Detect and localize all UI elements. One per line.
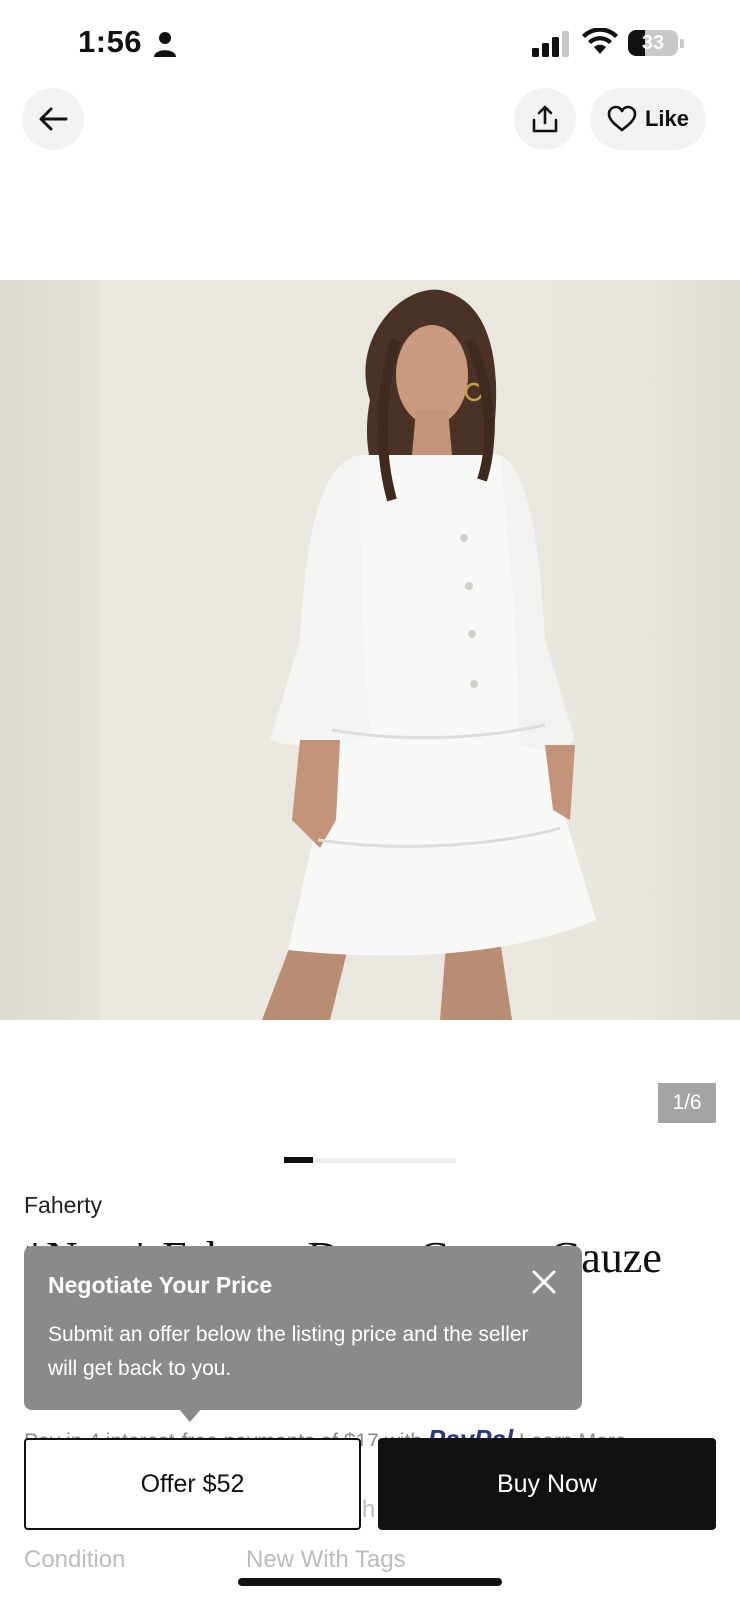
buy-now-button[interactable]: Buy Now [378, 1438, 716, 1530]
condition-value: New With Tags [246, 1546, 406, 1573]
back-button[interactable] [22, 88, 84, 150]
close-icon [532, 1270, 556, 1294]
heart-outline-icon [607, 105, 637, 132]
battery-icon: 33 [628, 28, 684, 58]
gallery-progress-indicator [284, 1157, 313, 1163]
partial-text: h [362, 1496, 376, 1523]
cell-signal-icon [532, 31, 569, 57]
share-button[interactable] [514, 88, 576, 150]
tooltip-arrow [178, 1408, 202, 1422]
battery-percent: 33 [641, 32, 665, 54]
negotiate-tooltip: Negotiate Your Price Submit an offer bel… [24, 1246, 582, 1410]
share-upload-icon [532, 105, 558, 133]
offer-button[interactable]: Offer $52 [24, 1438, 361, 1530]
product-photo[interactable] [0, 280, 740, 1020]
home-indicator[interactable] [238, 1578, 502, 1586]
photo-page-counter: 1/6 [658, 1083, 716, 1123]
like-label: Like [644, 106, 690, 131]
arrow-left-icon [39, 107, 68, 131]
condition-label: Condition [24, 1546, 126, 1573]
dress-model-image [0, 280, 740, 1020]
status-time: 1:56 [78, 24, 143, 59]
tooltip-body: Submit an offer below the listing price … [48, 1323, 529, 1380]
wifi-icon [582, 28, 618, 54]
tooltip-title: Negotiate Your Price [48, 1272, 273, 1298]
status-bar: 1:56 33 [0, 0, 740, 90]
like-button[interactable]: Like [590, 88, 706, 150]
tooltip-close-button[interactable] [526, 1264, 562, 1300]
brand-name[interactable]: Faherty [24, 1192, 102, 1219]
person-icon [154, 32, 176, 57]
